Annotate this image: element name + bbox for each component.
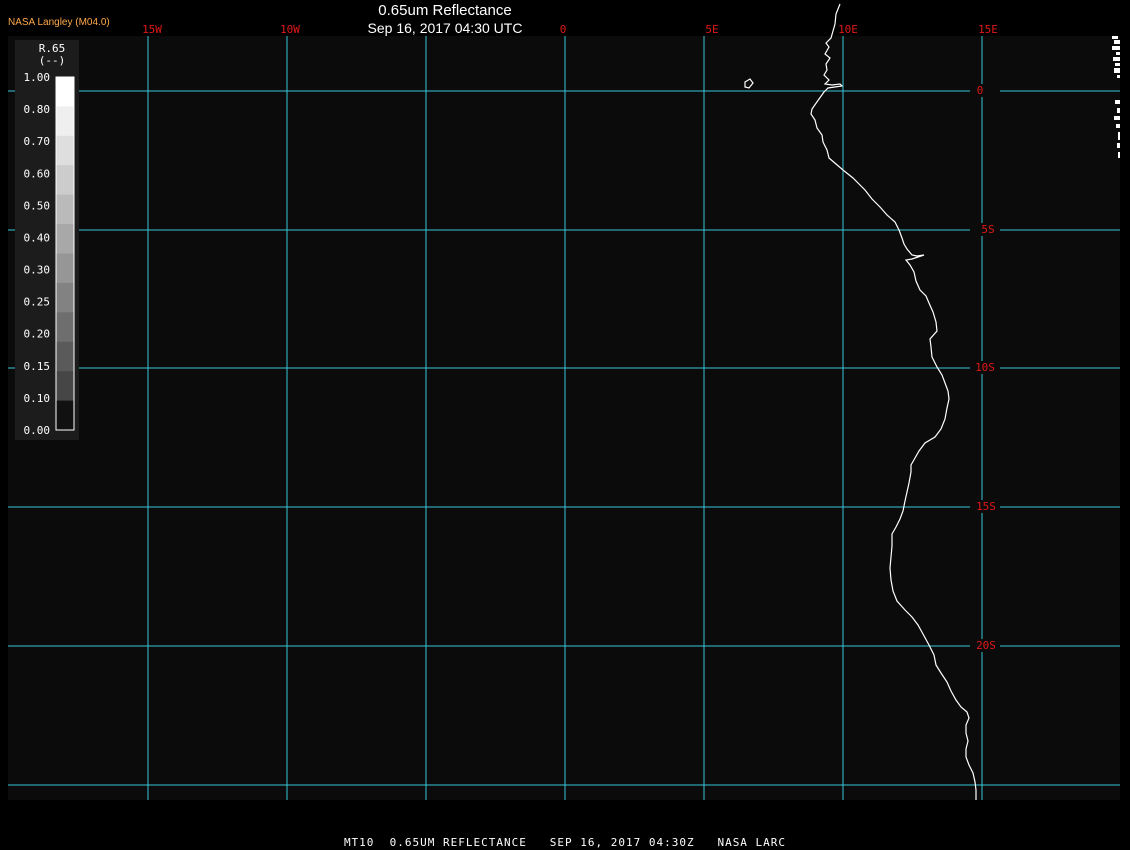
lat-label: 15S bbox=[976, 500, 996, 513]
colorbar-tick-label: 0.70 bbox=[24, 135, 51, 148]
lat-label: 10S bbox=[975, 361, 995, 374]
colorbar-swatches bbox=[56, 77, 74, 431]
colorbar-swatch bbox=[56, 282, 74, 313]
lon-label: 15W bbox=[142, 23, 162, 36]
colorbar-tick-label: 0.80 bbox=[24, 103, 51, 116]
footer-caption: MT10 0.65UM REFLECTANCE SEP 16, 2017 04:… bbox=[343, 836, 787, 849]
colorbar-units: (--) bbox=[39, 54, 66, 67]
lon-label: 5E bbox=[705, 23, 718, 36]
colorbar-swatch bbox=[56, 194, 74, 225]
satellite-image-viewer: 15W 10W 0 5E 10E 15E 0 5S 10S 15S 20S R.… bbox=[0, 0, 1130, 850]
lat-label: 20S bbox=[976, 639, 996, 652]
colorbar-swatch bbox=[56, 400, 74, 431]
colorbar-swatch bbox=[56, 253, 74, 284]
colorbar-swatch bbox=[56, 224, 74, 254]
colorbar-tick-label: 1.00 bbox=[24, 71, 51, 84]
colorbar: R.65 (--) 1.000.800.700.600.500.400.300.… bbox=[15, 40, 79, 440]
lat-label: 5S bbox=[981, 223, 994, 236]
colorbar-swatch bbox=[56, 165, 74, 196]
agency-label: NASA Langley (M04.0) bbox=[8, 17, 110, 28]
colorbar-tick-label: 0.15 bbox=[24, 360, 51, 373]
colorbar-tick-label: 0.00 bbox=[24, 424, 51, 437]
image-timestamp: Sep 16, 2017 04:30 UTC bbox=[367, 20, 523, 36]
lon-label: 0 bbox=[560, 23, 567, 36]
colorbar-swatch bbox=[56, 312, 74, 343]
lon-label: 15E bbox=[978, 23, 998, 36]
colorbar-tick-label: 0.30 bbox=[24, 264, 51, 277]
image-title: 0.65um Reflectance bbox=[378, 2, 512, 19]
map-canvas: 15W 10W 0 5E 10E 15E 0 5S 10S 15S 20S R.… bbox=[0, 0, 1130, 850]
lon-label: 10E bbox=[838, 23, 858, 36]
colorbar-swatch bbox=[56, 135, 74, 166]
colorbar-tick-label: 0.50 bbox=[24, 199, 51, 212]
colorbar-swatch bbox=[56, 341, 74, 372]
colorbar-tick-label: 0.10 bbox=[24, 392, 51, 405]
map-area bbox=[8, 36, 1120, 800]
colorbar-swatch bbox=[56, 371, 74, 402]
lat-label: 0 bbox=[977, 84, 984, 97]
colorbar-swatch bbox=[56, 77, 74, 107]
colorbar-tick-label: 0.25 bbox=[24, 296, 51, 309]
lon-label: 10W bbox=[280, 23, 300, 36]
colorbar-tick-label: 0.20 bbox=[24, 328, 51, 341]
colorbar-swatch bbox=[56, 106, 74, 137]
colorbar-tick-label: 0.60 bbox=[24, 167, 51, 180]
colorbar-tick-label: 0.40 bbox=[24, 232, 51, 245]
